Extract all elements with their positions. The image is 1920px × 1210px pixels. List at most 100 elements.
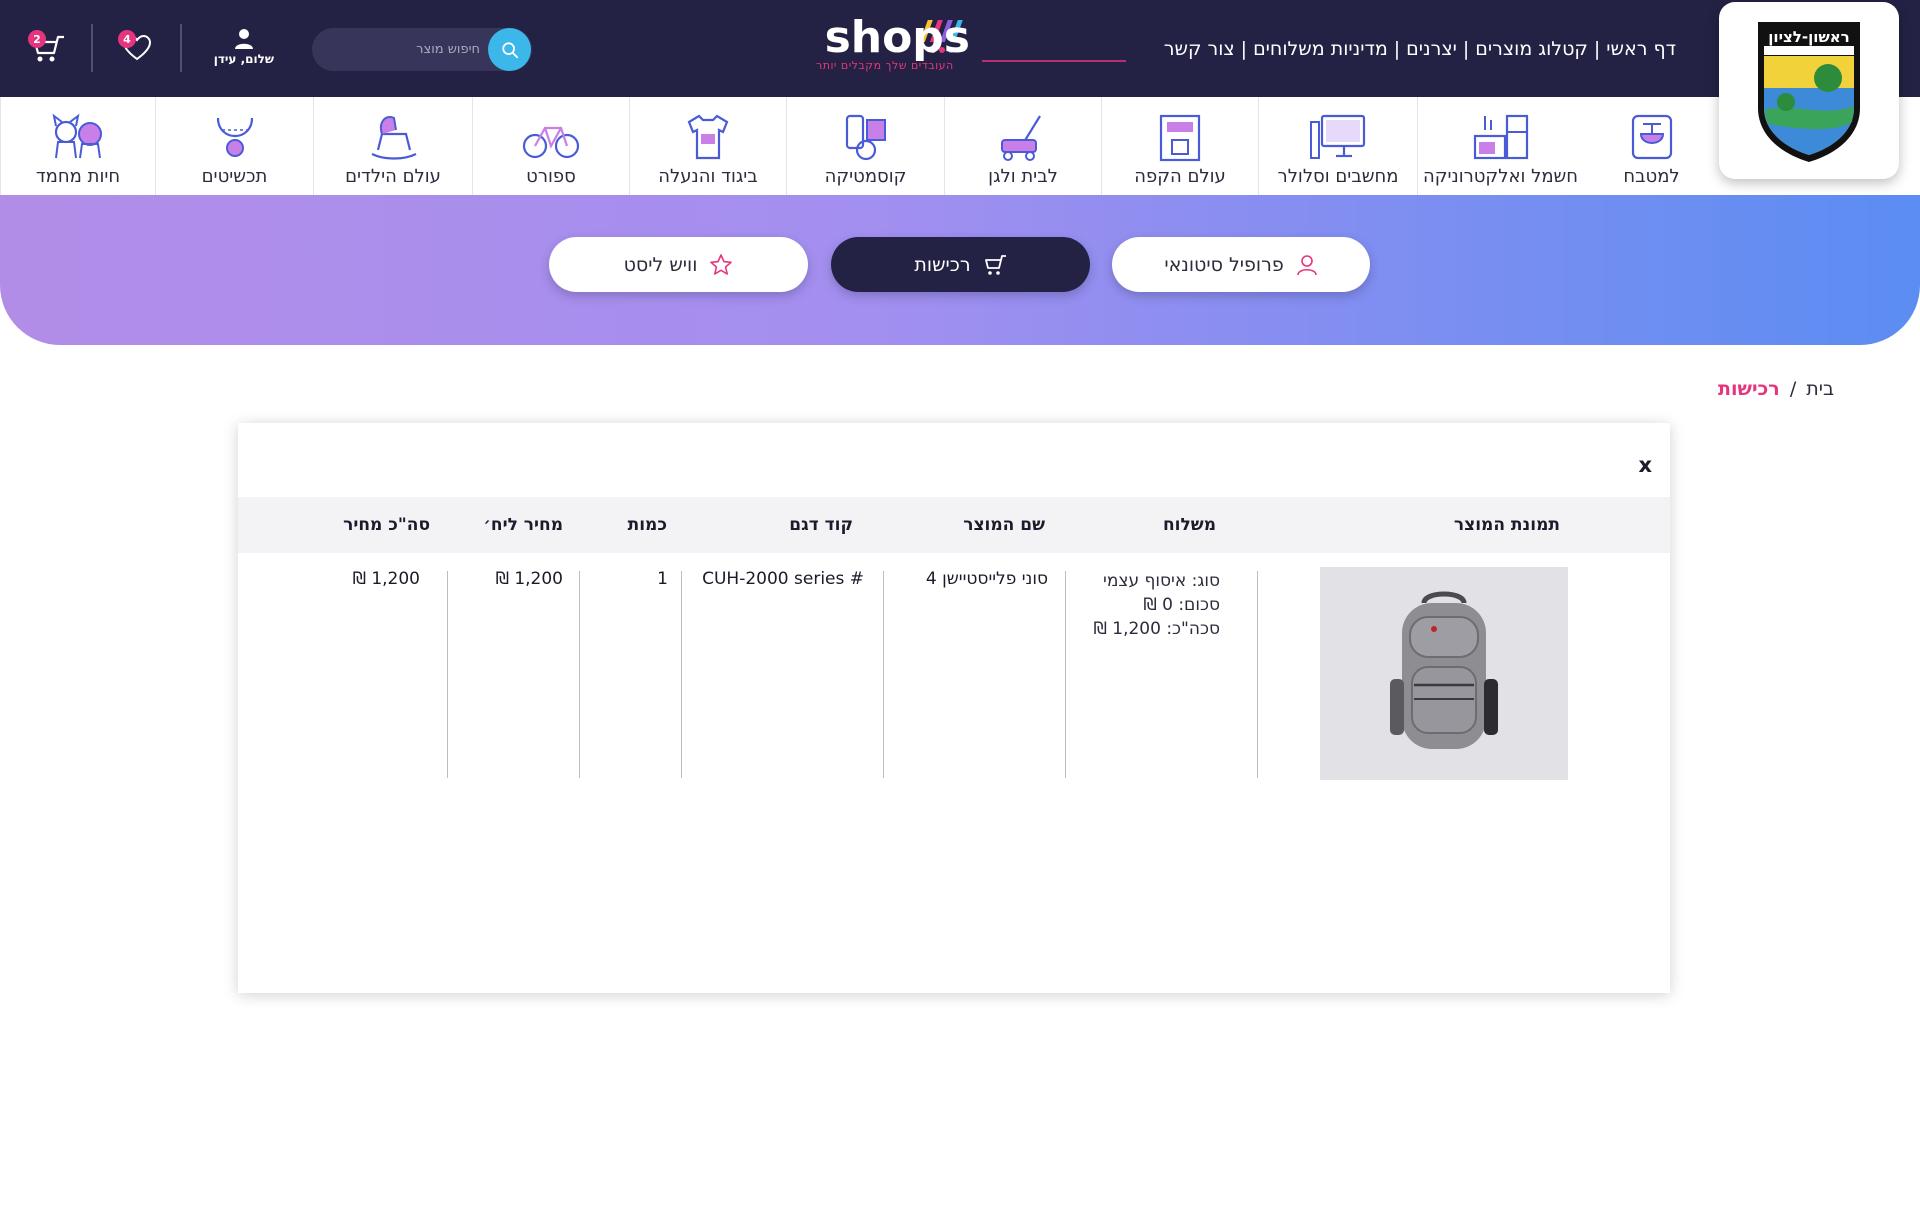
nav-link-shipping-policy[interactable]: מדיניות משלוחים [1253,38,1388,60]
category-label: עולם הילדים [345,166,441,187]
muni-shops-wordmark: muni shops [688,12,1126,63]
category-pets[interactable]: חיות מחמד [0,97,155,195]
product-total: 1,200 ₪ [352,569,420,589]
table-header: תמונת המוצר משלוח שם המוצר קוד דגם כמות … [238,497,1670,553]
product-image[interactable] [1320,567,1568,780]
category-label: למטבח [1623,166,1680,187]
user-outline-icon [1296,254,1317,275]
purchases-card: x תמונת המוצר משלוח שם המוצר קוד דגם כמו… [238,423,1670,993]
wholesale-profile-button[interactable]: פרופיל סיטונאי [1112,237,1370,292]
wishlist-tab-label: וויש ליסט [623,253,698,276]
top-bar: דף ראשי | קטלוג מוצרים | יצרנים | מדיניו… [0,0,1920,97]
cart-icon [984,254,1006,275]
product-quantity: 1 [657,569,668,589]
search-input[interactable] [330,28,480,71]
category-cosmetics[interactable]: קוסמטיקה [786,97,944,195]
nav-link-manufacturers[interactable]: יצרנים [1406,38,1457,60]
category-computers[interactable]: מחשבים וסלולר [1258,97,1417,195]
column-divider [1065,571,1066,778]
wishlist-count-badge: 4 [118,30,136,48]
category-clothing[interactable]: ביגוד והנעלה [629,97,786,195]
column-divider [681,571,682,778]
nav-link-home[interactable]: דף ראשי [1606,38,1676,60]
header-unit-price: מחיר ליח׳ [483,515,563,535]
coffee-machine-icon [1159,114,1201,162]
category-kitchen[interactable]: למטבח [1583,97,1720,195]
user-greeting: שלום, עידן [213,52,274,66]
appliances-icon [1473,114,1528,160]
category-electronics[interactable]: חשמל ואלקטרוניקה [1417,97,1583,195]
product-model: CUH-2000 series # [702,569,864,589]
backpack-image [1390,591,1498,749]
cart-button[interactable]: 2 [28,30,66,68]
category-label: חשמל ואלקטרוניקה [1422,166,1579,187]
header-total: סה"כ מחיר [343,515,430,535]
category-nav: למטבח חשמל ואלקטרוניקה מחשבים וסלולר עול… [0,97,1920,195]
wishlist-button[interactable]: 4 [118,30,152,66]
column-divider [447,571,448,778]
necklace-icon [216,117,253,157]
category-label: מחשבים וסלולר [1277,166,1399,187]
shipping-total: סכה"כ: 1,200 ₪ [1093,619,1221,639]
cosmetics-icon [845,114,886,161]
search-box [312,28,532,71]
category-label: חיות מחמד [35,166,121,187]
shirt-icon [687,114,729,160]
category-label: עולם הקפה [1134,166,1226,187]
category-kids[interactable]: עולם הילדים [313,97,472,195]
category-coffee[interactable]: עולם הקפה [1101,97,1258,195]
account-banner: פרופיל סיטונאי רכישות וויש ליסט [0,195,1920,345]
user-icon [235,29,253,49]
search-icon [501,41,518,58]
pets-icon [52,113,102,159]
breadcrumb-separator: / [1789,378,1797,400]
city-emblem-icon: ראשון-לציון [1758,21,1860,162]
category-label: ספורט [526,166,576,187]
product-unit-price: 1,200 ₪ [495,569,563,589]
header-divider [180,24,182,72]
search-button[interactable] [488,28,531,71]
wishlist-tab-button[interactable]: וויש ליסט [549,237,808,292]
category-label: תכשיטים [201,166,268,187]
computer-icon [1310,114,1366,159]
column-divider [883,571,884,778]
category-label: לבית ולגן [988,166,1058,187]
shipping-type: סוג: איסוף עצמי [1103,571,1220,591]
breadcrumb-current: רכישות [1718,378,1780,400]
user-account[interactable]: שלום, עידן [214,28,274,66]
category-sport[interactable]: ספורט [472,97,629,195]
mixer-icon [1631,114,1672,160]
svg-text:shops: shops [825,14,970,62]
brand-logo[interactable]: muni shops העובדים שלך מקבלים יותר [688,12,1128,76]
header-model: קוד דגם [789,515,853,535]
shipping-amount: סכום: 0 ₪ [1143,595,1220,615]
rocking-horse-icon [371,116,416,160]
header-product-name: שם המוצר [963,515,1045,535]
cart-count-badge: 2 [28,30,46,48]
header-divider [91,24,93,72]
breadcrumb-home[interactable]: בית [1806,378,1834,400]
bicycle-icon [522,126,580,159]
category-label: ביגוד והנעלה [658,166,758,187]
shipping-info: סוג: איסוף עצמי סכום: 0 ₪ סכה"כ: 1,200 ₪ [1094,569,1221,641]
nav-link-catalog[interactable]: קטלוג מוצרים [1475,38,1588,60]
purchases-label: רכישות [914,253,971,276]
breadcrumb: בית / רכישות [1718,378,1834,400]
municipality-name: ראשון-לציון [1768,28,1849,46]
municipality-logo[interactable]: ראשון-לציון [1719,2,1899,179]
wholesale-profile-label: פרופיל סיטונאי [1164,253,1284,276]
header-shipping: משלוח [1163,515,1216,535]
brand-tagline: העובדים שלך מקבלים יותר [816,59,954,72]
category-jewelry[interactable]: תכשיטים [155,97,313,195]
star-icon [710,253,733,275]
lawn-mower-icon [1000,115,1041,161]
header-image: תמונת המוצר [1453,515,1560,535]
category-label: קוסמטיקה [824,166,907,187]
category-home-garden[interactable]: לבית ולגן [944,97,1101,195]
nav-link-contact[interactable]: צור קשר [1164,38,1235,60]
purchases-button[interactable]: רכישות [831,237,1090,292]
top-nav: דף ראשי | קטלוג מוצרים | יצרנים | מדיניו… [1163,38,1676,60]
product-name[interactable]: סוני פלייסטיישן 4 [926,569,1048,589]
column-divider [1257,571,1258,778]
close-button[interactable]: x [1638,453,1652,477]
